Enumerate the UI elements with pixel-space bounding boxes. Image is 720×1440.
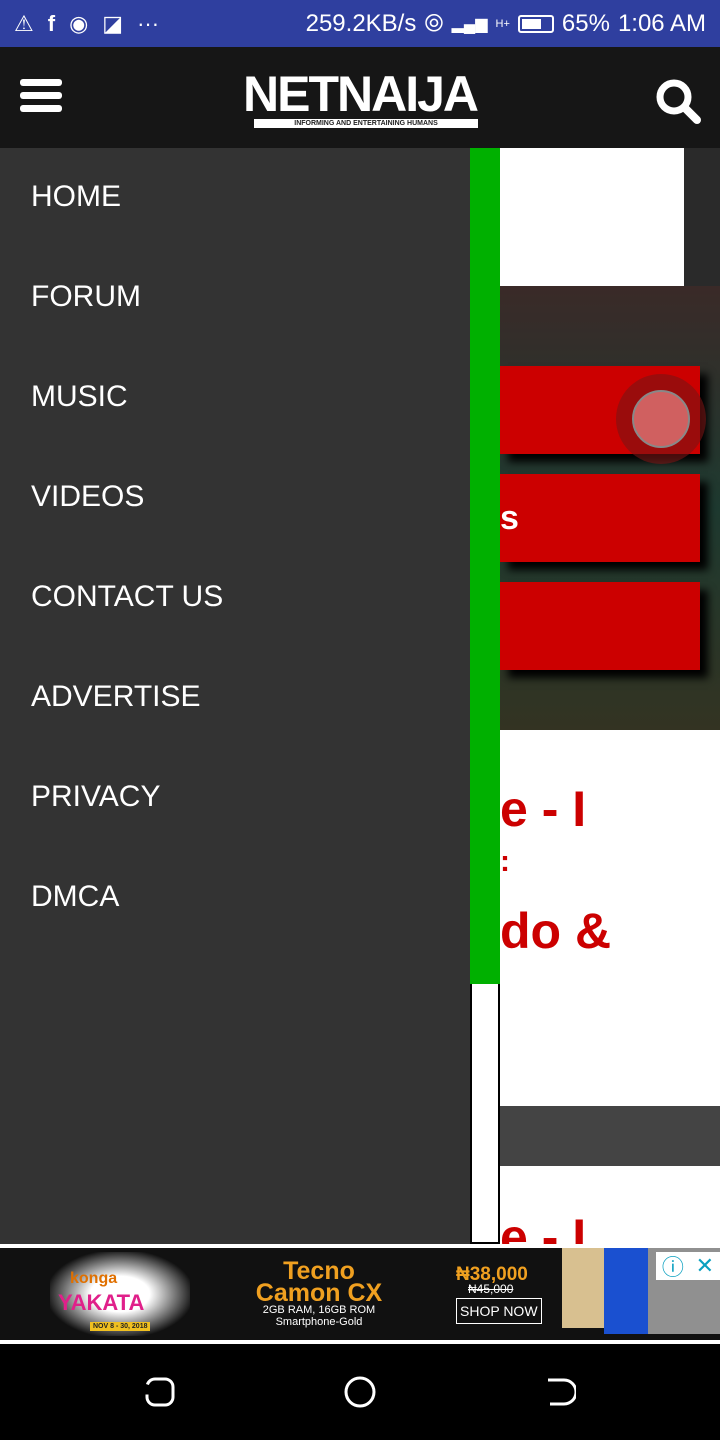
drawer-item-videos[interactable]: VIDEOS bbox=[31, 480, 144, 514]
ad-close-icon[interactable]: ✕ bbox=[696, 1253, 714, 1279]
headline-line: do & bbox=[500, 903, 612, 959]
status-bar: ⚠ f ◉ ◪ ··· 259.2KB/s ⦾ ▂▄▆ H+ 65% 1:06 … bbox=[0, 0, 720, 47]
article-card[interactable]: e - I : do & bbox=[500, 730, 720, 1106]
ad-brand: konga bbox=[70, 1270, 118, 1287]
menu-icon[interactable] bbox=[20, 79, 62, 113]
clock: 1:06 AM bbox=[617, 9, 706, 37]
drawer-item-privacy[interactable]: PRIVACY bbox=[31, 780, 160, 814]
network-type: H+ bbox=[495, 17, 510, 30]
battery-percent: 65% bbox=[561, 9, 610, 37]
ad-shop-now-button[interactable]: SHOP NOW bbox=[456, 1298, 542, 1324]
ad-variant: Smartphone-Gold bbox=[275, 1316, 363, 1328]
net-speed: 259.2KB/s bbox=[305, 9, 417, 37]
cast-icon: ◪ bbox=[102, 10, 124, 36]
content-card bbox=[500, 148, 684, 286]
drawer-scrollbar-thumb[interactable] bbox=[470, 148, 500, 984]
drawer-item-advertise[interactable]: ADVERTISE bbox=[31, 680, 201, 714]
headline-line: e - I bbox=[500, 1209, 587, 1244]
back-icon[interactable] bbox=[544, 1376, 576, 1408]
app-header: NETNAIJA INFORMING AND ENTERTAINING HUMA… bbox=[0, 47, 720, 148]
red-button-3[interactable] bbox=[500, 582, 700, 670]
ad-phone-image bbox=[604, 1248, 654, 1334]
ad-info-icon[interactable]: ⓘ bbox=[662, 1250, 684, 1282]
ad-campaign-art: konga YAKATA NOV 8 - 30, 2018 bbox=[50, 1252, 190, 1336]
site-logo[interactable]: NETNAIJA INFORMING AND ENTERTAINING HUMA… bbox=[242, 66, 479, 129]
ad-phone-image bbox=[562, 1248, 608, 1328]
red-button-2[interactable]: s bbox=[500, 474, 700, 562]
drawer-item-dmca[interactable]: DMCA bbox=[31, 880, 119, 914]
warning-icon: ⚠ bbox=[14, 10, 34, 36]
article-image bbox=[500, 1106, 720, 1166]
hotspot-icon: ⦾ bbox=[424, 9, 444, 37]
system-nav-bar bbox=[0, 1344, 720, 1440]
ad-dates: NOV 8 - 30, 2018 bbox=[90, 1322, 151, 1331]
headline-line: e - I bbox=[500, 781, 587, 837]
article-card[interactable]: e - I bbox=[500, 1166, 720, 1244]
logo-text: NETNAIJA bbox=[242, 66, 479, 122]
page-content-behind-drawer: s e - I : do & e - I bbox=[470, 148, 720, 1244]
button-label: s bbox=[500, 499, 519, 537]
drawer-item-contact-us[interactable]: CONTACT US bbox=[31, 580, 223, 614]
facebook-icon: f bbox=[47, 10, 56, 36]
ad-campaign: YAKATA bbox=[58, 1290, 145, 1315]
touch-indicator bbox=[616, 374, 706, 464]
recents-icon[interactable] bbox=[144, 1376, 176, 1408]
ad-banner[interactable]: konga YAKATA NOV 8 - 30, 2018 Tecno Camo… bbox=[0, 1248, 720, 1340]
ad-specs: 2GB RAM, 16GB ROM bbox=[262, 1304, 376, 1316]
drawer-item-music[interactable]: MUSIC bbox=[31, 380, 128, 414]
drawer-item-forum[interactable]: FORUM bbox=[31, 280, 141, 314]
nav-drawer: HOME FORUM MUSIC VIDEOS CONTACT US ADVER… bbox=[0, 148, 470, 1244]
more-icon: ··· bbox=[137, 10, 160, 36]
home-icon[interactable] bbox=[343, 1375, 377, 1409]
headline-line: : bbox=[500, 845, 510, 878]
drawer-item-home[interactable]: HOME bbox=[31, 180, 121, 214]
ad-old-price: ₦45,000 bbox=[468, 1282, 514, 1296]
messenger-icon: ◉ bbox=[69, 10, 89, 36]
search-icon[interactable] bbox=[654, 77, 702, 125]
ad-product: Tecno Camon CX bbox=[255, 1257, 383, 1307]
battery-icon bbox=[517, 14, 554, 33]
signal-icon: ▂▄▆ bbox=[451, 15, 488, 33]
